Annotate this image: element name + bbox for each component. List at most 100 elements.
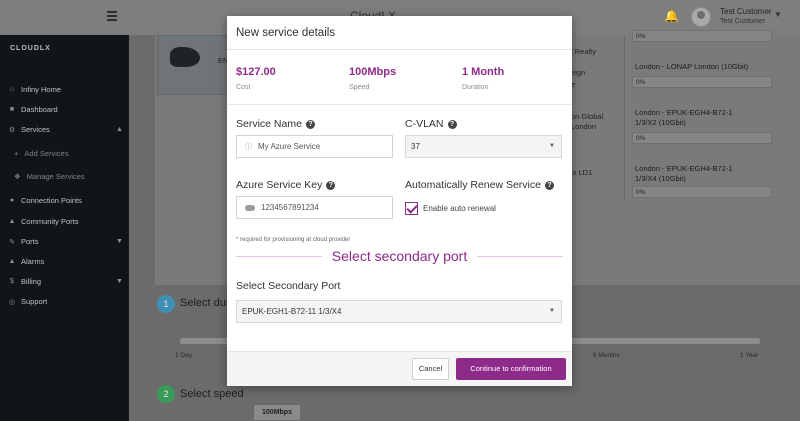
service-name-label: Service Name ?: [236, 118, 315, 130]
row-text: London: [571, 122, 597, 131]
notification-bell-icon[interactable]: 🔔: [664, 9, 679, 23]
chevron-down-icon[interactable]: ▼: [116, 238, 123, 245]
sidebar-item-alarms[interactable]: ▲ Alarms: [8, 257, 45, 266]
tick-label: 1 Day: [175, 352, 192, 359]
utilization-bar: 0%: [632, 76, 772, 88]
support-icon: ◎: [8, 298, 16, 306]
cloud-icon: [245, 204, 255, 211]
sidebar-item-label: Alarms: [21, 257, 45, 266]
secondary-port-select[interactable]: EPUK-EGH1-B72-11 1/3/X4 ▼: [236, 300, 562, 323]
caret-down-icon: ▼: [549, 308, 555, 314]
sidebar-item-add-services[interactable]: + Add Services: [14, 149, 69, 158]
bell-icon: ▲: [8, 258, 16, 265]
cvlan-value: 37: [411, 142, 420, 151]
connection-name: London - LONAP London (10Gbit): [635, 62, 749, 71]
auto-renew-label-text: Automatically Renew Service: [405, 179, 541, 191]
hamburger-menu-icon[interactable]: [107, 11, 117, 21]
sidebar-item-billing[interactable]: $ Billing: [8, 277, 41, 286]
auto-renew-checkbox-label[interactable]: Enable auto renewal: [423, 204, 496, 213]
speed-option[interactable]: 100Mbps: [253, 404, 301, 421]
caret-down-icon: ▼: [549, 143, 555, 149]
service-name-value: My Azure Service: [258, 142, 321, 151]
cancel-button[interactable]: Cancel: [412, 358, 449, 380]
sidebar-item-label: Community Ports: [21, 217, 79, 226]
wrench-icon: ❖: [14, 172, 21, 181]
chevron-down-icon[interactable]: ▼: [774, 10, 782, 19]
chevron-up-icon[interactable]: ▲: [116, 126, 123, 133]
divider: [227, 104, 572, 105]
duration-value: 1 Month: [462, 66, 505, 78]
help-icon[interactable]: ?: [544, 180, 554, 190]
secondary-port-label-text: Select Secondary Port: [236, 280, 341, 292]
secondary-port-label: Select Secondary Port: [236, 280, 340, 292]
sidebar-item-services[interactable]: ⚙ Services: [8, 125, 50, 134]
sidebar-item-connection-points[interactable]: ● Connection Points: [8, 196, 82, 205]
modal-footer: Cancel Continue to confirmation: [227, 351, 572, 386]
sidebar-item-dashboard[interactable]: ■ Dashboard: [8, 105, 58, 114]
sidebar-item-label: Billing: [21, 277, 42, 286]
continue-to-confirmation-button[interactable]: Continue to confirmation: [456, 358, 566, 380]
dashboard-icon: ■: [9, 106, 15, 113]
cvlan-label: C-VLAN ?: [405, 118, 457, 130]
azure-key-input[interactable]: 1234567891234: [236, 196, 393, 219]
modal-header: New service details: [227, 16, 572, 50]
home-icon: ⌂: [9, 86, 15, 93]
user-subtitle: Test Customer: [720, 18, 766, 25]
azure-key-label: Azure Service Key ?: [236, 179, 336, 191]
utilization-bar: 0%: [632, 132, 772, 144]
azure-key-hint: * required for provisioning at cloud pro…: [236, 237, 351, 243]
sidebar-item-ports[interactable]: ✎ Ports: [8, 237, 39, 246]
speed-value: 100Mbps: [349, 66, 397, 78]
sidebar-item-label: Ports: [21, 237, 39, 246]
sidebar-item-label: Add Services: [24, 149, 69, 158]
avatar[interactable]: [691, 7, 711, 27]
sidebar-item-community-ports[interactable]: ▲ Community Ports: [8, 217, 79, 226]
sidebar-brand: CLOUDLX: [10, 45, 51, 52]
connection-name: London - EPUK-EGH4-B72-1: [635, 108, 733, 117]
duration-label: Duration: [462, 84, 489, 91]
step-label: Select speed: [180, 388, 244, 400]
services-icon: ⚙: [8, 126, 16, 134]
utilization-bar: 0%: [632, 186, 772, 198]
row-text: ix LD1: [571, 168, 593, 177]
sidebar-item-label: Infiny Home: [21, 85, 62, 94]
tick-label: 6 Months: [593, 352, 620, 359]
speed-label: Speed: [349, 84, 370, 91]
step-number: 2: [157, 385, 175, 403]
sidebar: CLOUDLX ⌂ Infiny Home ■ Dashboard ⚙ Serv…: [0, 35, 129, 421]
chevron-down-icon[interactable]: ▼: [116, 278, 123, 285]
azure-key-value: 1234567891234: [261, 203, 319, 212]
sidebar-item-label: Support: [21, 297, 48, 306]
sidebar-item-label: Manage Services: [26, 172, 85, 181]
sidebar-item-manage-services[interactable]: ❖ Manage Services: [14, 172, 85, 181]
service-name-label-text: Service Name: [236, 118, 302, 130]
azure-key-label-text: Azure Service Key: [236, 179, 323, 191]
plus-icon: +: [14, 149, 19, 158]
map-continent-shape: [170, 47, 200, 67]
cost-value: $127.00: [236, 66, 276, 78]
sidebar-item-support[interactable]: ◎ Support: [8, 297, 47, 306]
sidebar-item-label: Connection Points: [21, 196, 82, 205]
help-icon[interactable]: ?: [326, 180, 336, 190]
secondary-port-section-title: Select secondary port: [331, 248, 468, 264]
help-icon[interactable]: ?: [447, 119, 457, 129]
cvlan-select[interactable]: 37 ▼: [405, 135, 562, 158]
step-label: Select dur: [180, 297, 230, 309]
ports-icon: ✎: [9, 238, 15, 246]
service-name-input[interactable]: ⓘ My Azure Service: [236, 135, 393, 158]
auto-renew-checkbox[interactable]: [405, 202, 418, 215]
billing-icon: $: [10, 278, 14, 285]
connection-name: 1/3/X2 (10Gbit): [635, 118, 686, 127]
modal-title: New service details: [236, 27, 336, 39]
tick-label: 1 Year: [740, 352, 759, 359]
help-icon[interactable]: ?: [305, 119, 315, 129]
sidebar-item-infiny-home[interactable]: ⌂ Infiny Home: [8, 85, 61, 94]
cost-label: Cost: [236, 84, 251, 91]
user-name[interactable]: Test Customer: [720, 7, 772, 16]
connection-name: 1/3/X4 (10Gbit): [635, 174, 686, 183]
sidebar-item-label: Dashboard: [21, 105, 58, 114]
connection-name: London - EPUK-EGH4-B72-1: [635, 164, 733, 173]
connection-icon: ●: [9, 197, 15, 204]
auto-renew-label: Automatically Renew Service ?: [405, 179, 554, 191]
step-number: 1: [157, 295, 175, 313]
